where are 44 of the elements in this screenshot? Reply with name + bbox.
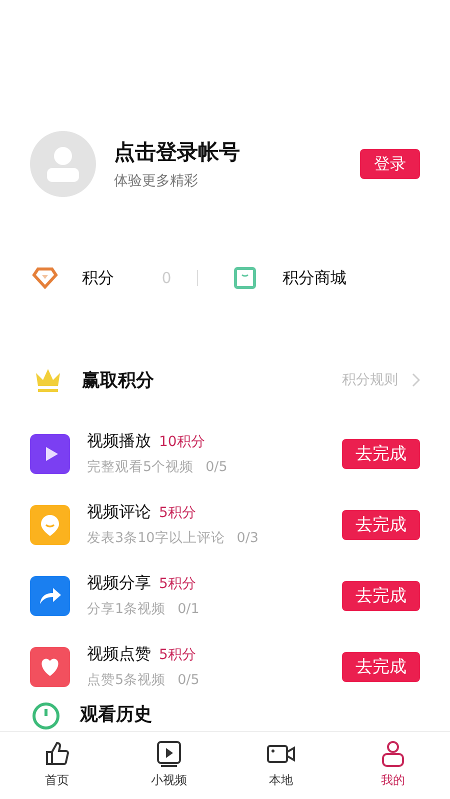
avatar-icon [30, 131, 96, 197]
task-count: 0/5 [206, 459, 228, 475]
nav-tab[interactable]: 首页 [22, 732, 92, 799]
task-count: 0/1 [178, 601, 200, 617]
chevron-right-icon [412, 373, 420, 387]
diamond-icon [32, 267, 58, 289]
task-reward: 10积分 [159, 433, 205, 451]
profile-subtitle: 体验更多精彩 [114, 172, 199, 190]
task-count: 0/3 [236, 530, 259, 546]
thumbs-up-icon [43, 740, 71, 768]
task-name: 视频播放 [87, 431, 151, 452]
shopping-bag-icon [234, 267, 256, 289]
points-shop-link[interactable]: 积分商城 [282, 268, 346, 288]
task-description: 点赞5条视频 [87, 671, 166, 689]
task-name: 视频分享 [87, 573, 151, 594]
person-icon [379, 740, 407, 768]
crown-icon [34, 367, 62, 393]
login-button[interactable]: 登录 [360, 149, 420, 179]
points-label: 积分 [82, 268, 114, 288]
complete-button[interactable]: 去完成 [342, 580, 420, 610]
task-reward: 5积分 [159, 504, 196, 522]
task-description: 分享1条视频 [87, 600, 166, 618]
nav-tab[interactable]: 小视频 [134, 732, 204, 799]
comment-icon [30, 504, 70, 544]
task-name: 视频评论 [87, 502, 151, 523]
task-reward: 5积分 [159, 575, 196, 593]
clock-icon [32, 702, 60, 730]
section-title: 赢取积分 [82, 369, 154, 392]
complete-button[interactable]: 去完成 [342, 510, 420, 540]
nav-tab[interactable]: 本地 [246, 732, 316, 799]
task-name: 视频点赞 [87, 644, 151, 665]
task-description: 完整观看5个视频 [87, 458, 194, 476]
watch-history-label[interactable]: 观看历史 [80, 702, 152, 726]
play-icon [30, 434, 70, 474]
complete-button[interactable]: 去完成 [342, 438, 420, 468]
play-icon [155, 740, 183, 768]
nav-tab[interactable]: 我的 [358, 732, 428, 799]
login-prompt: 点击登录帐号 [114, 139, 241, 166]
complete-button[interactable]: 去完成 [342, 652, 420, 682]
share-icon [30, 576, 70, 616]
like-icon [30, 646, 70, 686]
task-reward: 5积分 [159, 646, 196, 664]
task-description: 发表3条10字以上评论 [87, 529, 225, 547]
task-count: 0/5 [178, 672, 200, 688]
